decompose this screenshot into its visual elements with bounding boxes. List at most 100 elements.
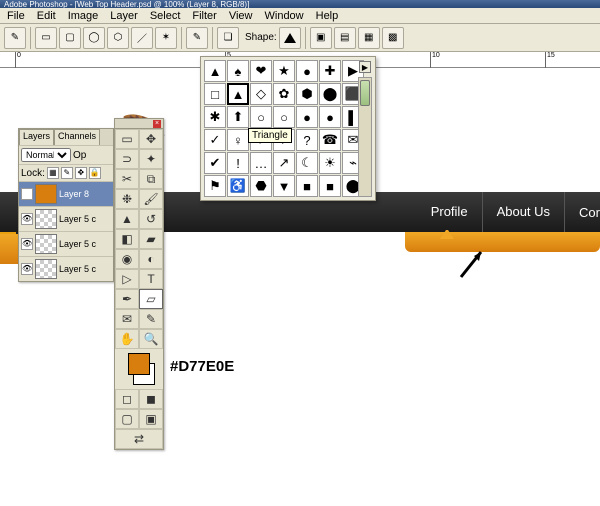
flyout-menu-icon[interactable]: ▶ bbox=[359, 61, 371, 73]
menu-edit[interactable]: Edit bbox=[32, 9, 61, 23]
visibility-icon[interactable]: 👁 bbox=[21, 213, 33, 225]
opt-icon-1[interactable]: ▭ bbox=[35, 27, 57, 49]
blur-tool-icon[interactable]: ◉ bbox=[115, 249, 139, 269]
close-icon[interactable]: × bbox=[153, 120, 161, 128]
layer-row[interactable]: 👁 Layer 5 c bbox=[19, 231, 113, 256]
shape-cell[interactable]: ♠ bbox=[227, 60, 249, 82]
slice-tool-icon[interactable]: ⧉ bbox=[139, 169, 163, 189]
shape-cell[interactable]: ❤ bbox=[250, 60, 272, 82]
lock-all-icon[interactable]: 🔒 bbox=[89, 167, 101, 179]
quickmask-icon[interactable]: ◻ bbox=[115, 389, 139, 409]
menu-file[interactable]: File bbox=[2, 9, 30, 23]
shape-cell[interactable]: ! bbox=[227, 152, 249, 174]
opt-icon-3[interactable]: ◯ bbox=[83, 27, 105, 49]
shape-cell[interactable]: □ bbox=[204, 83, 226, 105]
opt-icon-9[interactable]: ▤ bbox=[334, 27, 356, 49]
menu-view[interactable]: View bbox=[224, 9, 258, 23]
visibility-icon[interactable]: 👁 bbox=[21, 238, 33, 250]
foreground-color-swatch[interactable] bbox=[128, 353, 150, 375]
eraser-tool-icon[interactable]: ◧ bbox=[115, 229, 139, 249]
shape-cell[interactable]: ● bbox=[296, 106, 318, 128]
layer-name[interactable]: Layer 5 c bbox=[59, 264, 111, 274]
layer-row[interactable]: 👁 Layer 5 c bbox=[19, 206, 113, 231]
screenmode-1-icon[interactable]: ▢ bbox=[115, 409, 139, 429]
shape-cell[interactable]: ✓ bbox=[204, 129, 226, 151]
gradient-tool-icon[interactable]: ▰ bbox=[139, 229, 163, 249]
shape-cell[interactable]: … bbox=[250, 152, 272, 174]
scrollbar[interactable] bbox=[358, 77, 372, 197]
opt-icon-6[interactable]: ✶ bbox=[155, 27, 177, 49]
zoom-tool-icon[interactable]: 🔍 bbox=[139, 329, 163, 349]
tab-layers[interactable]: Layers bbox=[19, 129, 54, 145]
blend-mode-select[interactable]: Normal bbox=[21, 148, 71, 162]
stamp-tool-icon[interactable]: ▲ bbox=[115, 209, 139, 229]
visibility-icon[interactable]: 👁 bbox=[21, 263, 33, 275]
menu-help[interactable]: Help bbox=[311, 9, 344, 23]
tool-preset-icon[interactable]: ✎ bbox=[4, 27, 26, 49]
menu-window[interactable]: Window bbox=[260, 9, 309, 23]
opt-icon-10[interactable]: ▦ bbox=[358, 27, 380, 49]
wand-tool-icon[interactable]: ✦ bbox=[139, 149, 163, 169]
opt-icon-2[interactable]: ▢ bbox=[59, 27, 81, 49]
shape-cell[interactable]: ■ bbox=[296, 175, 318, 197]
shape-cell[interactable]: ✔ bbox=[204, 152, 226, 174]
shape-preview[interactable] bbox=[279, 27, 301, 49]
shape-cell[interactable]: ✚ bbox=[319, 60, 341, 82]
opt-icon-8[interactable]: ▣ bbox=[310, 27, 332, 49]
layers-panel[interactable]: Layers Channels Normal Op Lock: ▦ ✎ ✥ 🔒 … bbox=[18, 128, 114, 282]
custom-shape-tool-icon[interactable]: ❏ bbox=[217, 27, 239, 49]
layer-row[interactable]: 👁 Layer 5 c bbox=[19, 256, 113, 281]
pen-tool-icon[interactable]: ✒ bbox=[115, 289, 139, 309]
notes-tool-icon[interactable]: ✉ bbox=[115, 309, 139, 329]
shape-cell[interactable]: ☎ bbox=[319, 129, 341, 151]
jump-to-icon[interactable]: ⇄ bbox=[115, 429, 163, 449]
shape-cell[interactable]: ★ bbox=[273, 60, 295, 82]
dodge-tool-icon[interactable]: ◐ bbox=[139, 249, 163, 269]
tab-channels[interactable]: Channels bbox=[54, 129, 100, 145]
move-tool-icon[interactable]: ✥ bbox=[139, 129, 163, 149]
screenmode-2-icon[interactable]: ▣ bbox=[139, 409, 163, 429]
eyedropper-tool-icon[interactable]: ✎ bbox=[139, 309, 163, 329]
shape-cell[interactable]: ⬢ bbox=[296, 83, 318, 105]
nav-about[interactable]: About Us bbox=[483, 192, 565, 232]
menu-filter[interactable]: Filter bbox=[187, 9, 221, 23]
shape-cell[interactable]: ⬆ bbox=[227, 106, 249, 128]
lock-transparent-icon[interactable]: ▦ bbox=[47, 167, 59, 179]
shape-cell[interactable]: ? bbox=[296, 129, 318, 151]
hand-tool-icon[interactable]: ✋ bbox=[115, 329, 139, 349]
shape-tool-icon[interactable]: ▱ bbox=[139, 289, 163, 309]
shape-cell[interactable]: ● bbox=[319, 106, 341, 128]
shape-cell[interactable]: ♿ bbox=[227, 175, 249, 197]
shape-cell[interactable]: ○ bbox=[250, 106, 272, 128]
menu-image[interactable]: Image bbox=[63, 9, 104, 23]
menu-select[interactable]: Select bbox=[145, 9, 186, 23]
shape-cell[interactable]: ▼ bbox=[273, 175, 295, 197]
heal-tool-icon[interactable]: ❉ bbox=[115, 189, 139, 209]
type-tool-icon[interactable]: T bbox=[139, 269, 163, 289]
shape-cell[interactable]: ▲ bbox=[204, 60, 226, 82]
shape-cell[interactable]: ✱ bbox=[204, 106, 226, 128]
history-brush-icon[interactable]: ↺ bbox=[139, 209, 163, 229]
shape-cell[interactable]: ◇ bbox=[250, 83, 272, 105]
path-tool-icon[interactable]: ▷ bbox=[115, 269, 139, 289]
shape-cell[interactable]: ■ bbox=[319, 175, 341, 197]
shape-cell[interactable]: ○ bbox=[273, 106, 295, 128]
opt-icon-7[interactable]: ✎ bbox=[186, 27, 208, 49]
quickmask-on-icon[interactable]: ◼ bbox=[139, 389, 163, 409]
shape-cell[interactable]: ☀ bbox=[319, 152, 341, 174]
layer-name[interactable]: Layer 8 bbox=[59, 189, 111, 199]
layer-name[interactable]: Layer 5 c bbox=[59, 214, 111, 224]
shape-cell[interactable]: ♀ bbox=[227, 129, 249, 151]
shape-cell[interactable]: ✿ bbox=[273, 83, 295, 105]
tools-panel[interactable]: × ▭ ✥ ⊃ ✦ ✂ ⧉ ❉ 🖌 ▲ ↺ ◧ ▰ ◉ ◐ ▷ T ✒ ▱ ✉ … bbox=[114, 118, 164, 450]
shape-cell[interactable]: ⬤ bbox=[319, 83, 341, 105]
lock-move-icon[interactable]: ✥ bbox=[75, 167, 87, 179]
brush-tool-icon[interactable]: 🖌 bbox=[139, 189, 163, 209]
lasso-tool-icon[interactable]: ⊃ bbox=[115, 149, 139, 169]
shape-cell[interactable]: ⚑ bbox=[204, 175, 226, 197]
shape-cell[interactable]: ⬣ bbox=[250, 175, 272, 197]
lock-paint-icon[interactable]: ✎ bbox=[61, 167, 73, 179]
visibility-icon[interactable]: 👁 bbox=[21, 188, 33, 200]
shape-cell[interactable]: ☾ bbox=[296, 152, 318, 174]
marquee-tool-icon[interactable]: ▭ bbox=[115, 129, 139, 149]
